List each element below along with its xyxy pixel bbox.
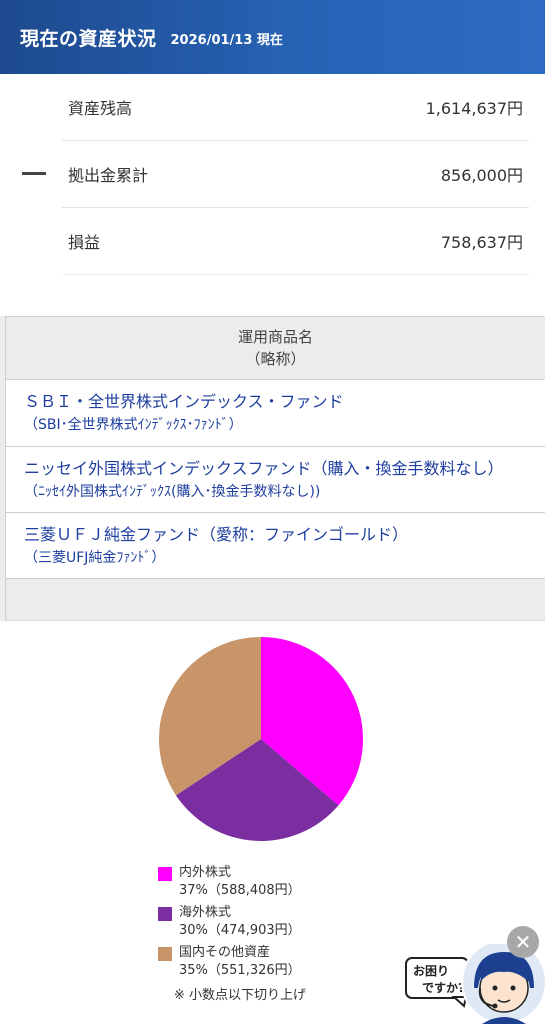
legend-name: 内外株式 xyxy=(179,865,232,880)
support-agent-icon[interactable] xyxy=(461,944,545,1024)
table-footer xyxy=(6,579,545,621)
summary-label: 損益 xyxy=(68,233,101,252)
legend-name: 海外株式 xyxy=(179,905,232,920)
product-table: 運用商品名 （略称） ＳＢＩ・全世界株式インデックス・ファンド （SBI･全世界… xyxy=(6,316,545,621)
speech-bubble-icon[interactable]: お困り ですか? xyxy=(405,957,469,1008)
rounding-note: ※ 小数点以下切り上げ xyxy=(174,988,307,1003)
summary-value: 758,637円 xyxy=(440,233,523,252)
table-header-sublabel: （略称） xyxy=(245,350,306,368)
bubble-text-2: ですか? xyxy=(422,981,465,995)
summary-label: 資産残高 xyxy=(68,99,133,118)
product-row[interactable]: 三菱ＵＦＪ純金ファンド（愛称：ファインゴールド） （三菱UFJ純金ﾌｧﾝﾄﾞ） xyxy=(6,513,545,579)
as-of-date: 2026/01/13 現在 xyxy=(170,33,283,48)
legend-swatch xyxy=(158,947,172,961)
asset-allocation-pie-chart xyxy=(159,637,364,841)
table-header: 運用商品名 （略称） xyxy=(6,317,545,380)
product-abbr[interactable]: （SBI･全世界株式ｲﾝﾃﾞｯｸｽ･ﾌｧﾝﾄﾞ） xyxy=(24,414,545,436)
summary-label: 拠出金累計 xyxy=(68,166,149,185)
summary-row-balance: 資産残高 1,614,637円 xyxy=(62,74,529,141)
legend-item: 海外株式 30%（474,903円） xyxy=(158,904,306,940)
product-name-link[interactable]: ニッセイ外国株式インデックスファンド（購入・換金手数料なし） xyxy=(24,457,545,481)
product-name-link[interactable]: 三菱ＵＦＪ純金ファンド（愛称：ファインゴールド） xyxy=(24,523,545,547)
table-header-label: 運用商品名 xyxy=(237,328,313,346)
legend-swatch xyxy=(158,867,172,881)
legend-swatch xyxy=(158,907,172,921)
legend-value: 37%（588,408円） xyxy=(179,883,301,898)
legend-value: 30%（474,903円） xyxy=(179,923,301,938)
product-row[interactable]: ＳＢＩ・全世界株式インデックス・ファンド （SBI･全世界株式ｲﾝﾃﾞｯｸｽ･ﾌ… xyxy=(6,380,545,447)
product-row[interactable]: ニッセイ外国株式インデックスファンド（購入・換金手数料なし） （ﾆｯｾｲ外国株式… xyxy=(6,447,545,513)
product-abbr[interactable]: （ﾆｯｾｲ外国株式ｲﾝﾃﾞｯｸｽ(購入･換金手数料なし)) xyxy=(24,481,545,503)
legend-name: 国内その他資産 xyxy=(179,945,271,960)
summary-value: 1,614,637円 xyxy=(425,99,523,118)
asset-summary: 資産残高 1,614,637円 拠出金累計 856,000円 損益 758,63… xyxy=(0,74,545,275)
legend-item: 国内その他資産 35%（551,326円） xyxy=(158,944,306,980)
summary-row-contributions: 拠出金累計 856,000円 xyxy=(62,141,529,208)
chart-legend: 内外株式 37%（588,408円） 海外株式 30%（474,903円） 国内… xyxy=(158,864,306,1003)
summary-value: 856,000円 xyxy=(440,166,523,185)
legend-item: 内外株式 37%（588,408円） xyxy=(158,864,306,900)
product-abbr[interactable]: （三菱UFJ純金ﾌｧﾝﾄﾞ） xyxy=(24,547,545,569)
bubble-text-1: お困り xyxy=(413,964,449,978)
page-header: 現在の資産状況 2026/01/13 現在 xyxy=(0,0,545,74)
product-name-link[interactable]: ＳＢＩ・全世界株式インデックス・ファンド xyxy=(24,390,545,414)
summary-row-profit: 損益 758,637円 xyxy=(62,208,529,275)
minus-icon xyxy=(22,172,46,175)
close-icon[interactable]: ✕ xyxy=(507,926,539,958)
page-title: 現在の資産状況 xyxy=(20,27,157,50)
legend-value: 35%（551,326円） xyxy=(179,963,301,978)
